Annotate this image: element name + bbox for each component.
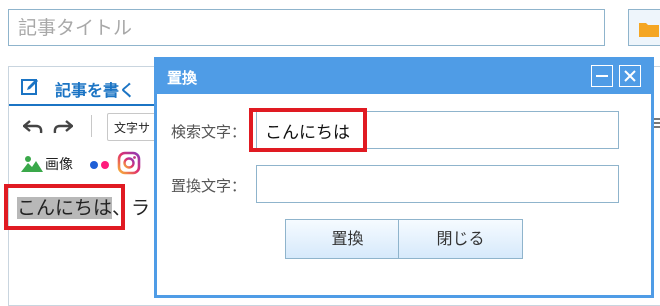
article-title-input[interactable] <box>8 9 605 46</box>
replace-input[interactable] <box>256 165 619 203</box>
active-tab-indicator <box>9 104 155 106</box>
folder-icon <box>639 23 659 37</box>
close-dialog-button[interactable]: 閉じる <box>398 219 523 259</box>
editor-tab-label: 記事を書く <box>55 81 136 100</box>
dialog-titlebar[interactable]: 置換 <box>157 60 651 94</box>
minimize-button[interactable] <box>591 65 613 87</box>
instagram-icon[interactable] <box>117 151 141 175</box>
dialog-title: 置換 <box>167 69 198 87</box>
folder-button[interactable] <box>628 9 660 46</box>
close-icon <box>624 70 636 82</box>
image-icon[interactable] <box>21 154 43 172</box>
highlight-box-search <box>249 108 367 152</box>
redo-icon[interactable] <box>53 119 73 135</box>
highlight-box-selection <box>4 184 125 230</box>
flickr-icon[interactable] <box>89 160 111 170</box>
scroll-indicator <box>654 118 660 128</box>
replace-dialog: 置換 検索文字： 置換文字： 置換 閉じる <box>154 57 654 298</box>
replace-button[interactable]: 置換 <box>285 219 410 259</box>
search-label: 検索文字： <box>171 123 247 141</box>
edit-icon <box>21 79 38 95</box>
toolbar-divider <box>91 115 92 137</box>
close-button[interactable] <box>619 65 641 87</box>
replace-label: 置換文字： <box>171 177 247 195</box>
undo-icon[interactable] <box>23 119 43 135</box>
image-button-label[interactable]: 画像 <box>45 154 73 174</box>
minimize-icon <box>596 75 608 77</box>
